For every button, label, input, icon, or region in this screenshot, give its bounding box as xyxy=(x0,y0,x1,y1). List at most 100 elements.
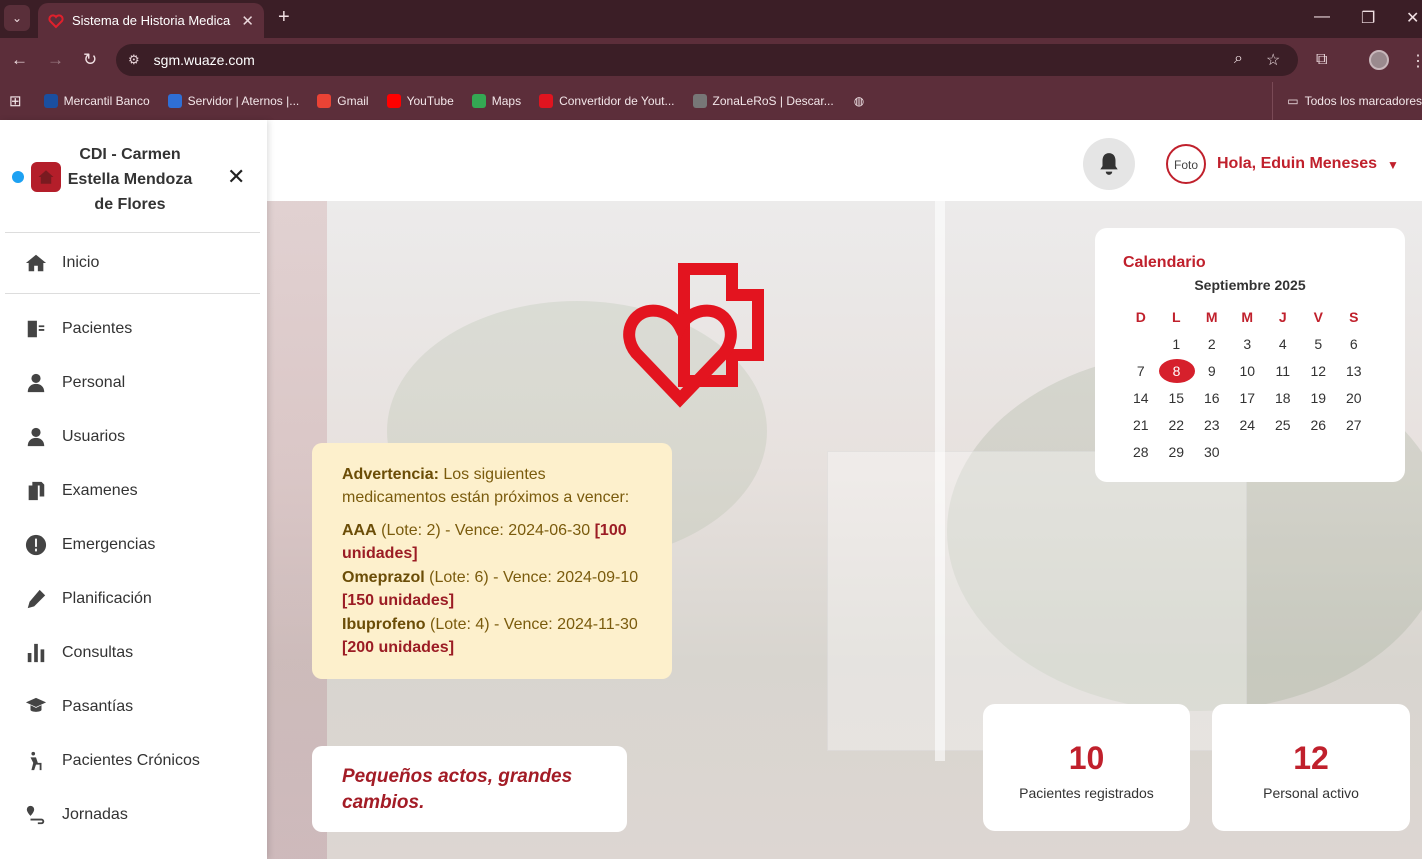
sidebar-item-label: Usuarios xyxy=(62,428,126,445)
calendar-day[interactable]: 25 xyxy=(1265,413,1301,437)
sidebar-item-examenes[interactable]: Examenes xyxy=(0,464,267,518)
calendar-day[interactable]: 5 xyxy=(1301,332,1337,356)
bookmark-favicon-icon xyxy=(317,94,332,108)
new-tab-button[interactable]: + xyxy=(278,6,290,29)
chevron-down-icon[interactable]: ▼ xyxy=(1387,158,1399,172)
calendar-day[interactable]: 21 xyxy=(1123,413,1159,437)
bookmark-item[interactable]: Gmail xyxy=(317,94,369,108)
calendar-day[interactable]: 28 xyxy=(1123,440,1159,464)
calendar-day[interactable]: 17 xyxy=(1230,386,1266,410)
address-bar[interactable]: ⚙ sgm.wuaze.com ⌕ ☆ xyxy=(116,44,1298,76)
calendar-day[interactable]: 18 xyxy=(1265,386,1301,410)
weekday-header: V xyxy=(1313,309,1323,325)
background-image xyxy=(935,201,945,761)
calendar-day[interactable]: 3 xyxy=(1230,332,1266,356)
forward-icon[interactable]: → xyxy=(47,50,64,70)
calendar-day[interactable]: 16 xyxy=(1194,386,1230,410)
bookmark-item[interactable]: YouTube xyxy=(386,94,454,108)
site-favicon-icon xyxy=(48,13,64,28)
bookmark-item[interactable]: Convertidor de Yout... xyxy=(539,94,675,108)
calendar-today[interactable]: 8 xyxy=(1158,359,1195,383)
weekday-header: D xyxy=(1135,309,1146,325)
user-greeting[interactable]: Hola, Eduin Meneses xyxy=(1217,155,1377,173)
window-close-icon[interactable]: ✕ xyxy=(1406,8,1419,28)
bookmark-item[interactable]: Servidor | Aternos |... xyxy=(167,94,299,108)
sidebar-item-planificaci-n[interactable]: Planificación xyxy=(0,572,267,626)
sidebar-item-label: Planificación xyxy=(62,590,152,607)
globe-icon[interactable]: ◍ xyxy=(854,94,864,108)
calendar-day[interactable]: 26 xyxy=(1301,413,1337,437)
calendar-day[interactable]: 7 xyxy=(1123,359,1159,383)
calendar-day[interactable]: 20 xyxy=(1336,386,1372,410)
bookmark-favicon-icon xyxy=(471,94,486,108)
calendar-empty-cell xyxy=(1123,332,1159,356)
home-icon xyxy=(25,254,47,272)
sidebar-item-inicio[interactable]: Inicio xyxy=(5,233,260,294)
sidebar-item-pasant-as[interactable]: Pasantías xyxy=(0,680,267,734)
heart-cross-logo-icon xyxy=(623,263,764,408)
calendar-day[interactable]: 15 xyxy=(1159,386,1195,410)
calendar-day[interactable]: 11 xyxy=(1265,359,1301,383)
notifications-button[interactable] xyxy=(1083,138,1135,190)
sidebar-item-label: Pacientes xyxy=(62,320,133,337)
calendar-month: Septiembre 2025 xyxy=(1194,277,1306,293)
site-settings-icon[interactable]: ⚙ xyxy=(128,52,140,68)
bookmarks-bar: ⊞ Mercantil Banco Servidor | Aternos |...… xyxy=(0,82,1422,120)
sidebar-item-jornadas[interactable]: Jornadas xyxy=(0,788,267,842)
patient-card-icon xyxy=(27,320,45,338)
calendar-day[interactable]: 30 xyxy=(1194,440,1230,464)
sidebar-item-label: Inicio xyxy=(62,254,100,271)
active-tab[interactable]: Sistema de Historia Medica ✕ xyxy=(38,3,264,38)
top-bar: Foto Hola, Eduin Meneses ▼ xyxy=(267,120,1422,201)
bell-icon xyxy=(1100,153,1118,175)
all-bookmarks[interactable]: ▭ Todos los marcadores xyxy=(1272,82,1422,120)
calendar-title: Calendario xyxy=(1123,254,1206,271)
sidebar-item-consultas[interactable]: Consultas xyxy=(0,626,267,680)
reload-icon[interactable]: ↻ xyxy=(83,50,97,70)
sidebar-item-usuarios[interactable]: Usuarios xyxy=(0,410,267,464)
calendar-day[interactable]: 4 xyxy=(1265,332,1301,356)
calendar-day[interactable]: 23 xyxy=(1194,413,1230,437)
stat-label: Pacientes registrados xyxy=(1019,785,1154,801)
url-text: sgm.wuaze.com xyxy=(153,52,255,68)
restore-icon[interactable]: ❐ xyxy=(1361,8,1375,28)
back-icon[interactable]: ← xyxy=(11,50,28,70)
sidebar-item-pacientes[interactable]: Pacientes xyxy=(0,302,267,356)
calendar-day[interactable]: 24 xyxy=(1230,413,1266,437)
calendar-day[interactable]: 2 xyxy=(1194,332,1230,356)
bookmark-item[interactable]: Mercantil Banco xyxy=(43,94,150,108)
calendar-day[interactable]: 6 xyxy=(1336,332,1372,356)
bookmark-item[interactable]: ZonaLeRoS | Descar... xyxy=(692,94,834,108)
extensions-icon[interactable]: ⧉ xyxy=(1316,51,1327,69)
sidebar-item-label: Consultas xyxy=(62,644,134,661)
sidebar-item-label: Emergencias xyxy=(62,536,156,553)
tab-search-button[interactable]: ⌄ xyxy=(4,5,30,31)
profile-avatar[interactable] xyxy=(1369,50,1389,70)
sidebar-item-personal[interactable]: Personal xyxy=(0,356,267,410)
stat-label: Personal activo xyxy=(1263,785,1359,801)
apps-grid-icon[interactable]: ⊞ xyxy=(9,92,22,110)
bookmark-star-icon[interactable]: ☆ xyxy=(1266,50,1280,70)
calendar-day[interactable]: 22 xyxy=(1159,413,1195,437)
calendar-day[interactable]: 27 xyxy=(1336,413,1372,437)
calendar-day[interactable]: 14 xyxy=(1123,386,1159,410)
close-icon[interactable]: ✕ xyxy=(227,164,245,190)
zoom-icon[interactable]: ⌕ xyxy=(1234,50,1243,68)
medication-item: Omeprazol (Lote: 6) - Vence: 2024-09-10 … xyxy=(342,569,639,609)
calendar-day[interactable]: 19 xyxy=(1301,386,1337,410)
tab-close-icon[interactable]: ✕ xyxy=(241,12,254,30)
calendar-day[interactable]: 12 xyxy=(1301,359,1337,383)
bookmark-item[interactable]: Maps xyxy=(471,94,521,108)
calendar-day[interactable]: 10 xyxy=(1230,359,1266,383)
user-avatar[interactable]: Foto xyxy=(1166,144,1206,184)
calendar-day[interactable]: 29 xyxy=(1159,440,1195,464)
sidebar-item-emergencias[interactable]: Emergencias xyxy=(0,518,267,572)
sidebar-item-pacientes-cr-nicos[interactable]: Pacientes Crónicos xyxy=(0,734,267,788)
calendar-day[interactable]: 1 xyxy=(1159,332,1195,356)
calendar-day[interactable]: 13 xyxy=(1336,359,1372,383)
bookmark-favicon-icon xyxy=(539,94,554,108)
medication-item: AAA (Lote: 2) - Vence: 2024-06-30 [100 u… xyxy=(342,522,627,562)
calendar-day[interactable]: 9 xyxy=(1194,359,1230,383)
minimize-icon[interactable]: — xyxy=(1314,8,1330,26)
browser-menu-icon[interactable]: ⋮ xyxy=(1410,51,1422,71)
